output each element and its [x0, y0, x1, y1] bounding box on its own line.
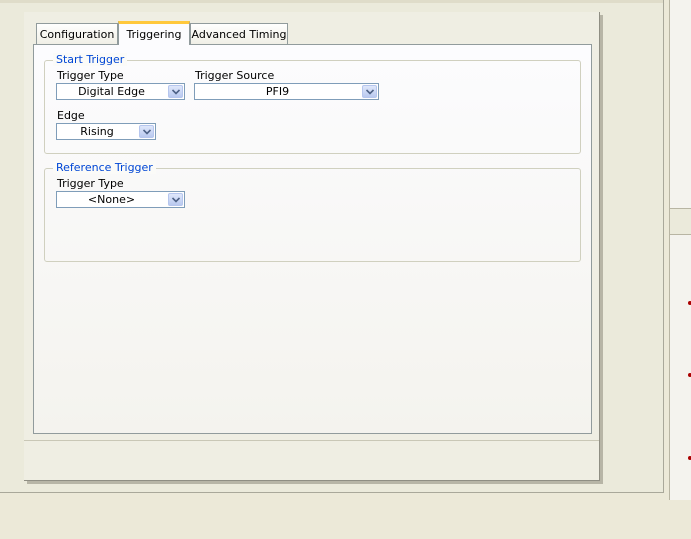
- edge-dropdown[interactable]: Rising: [56, 123, 156, 140]
- dropdown-value: PFI9: [265, 85, 290, 98]
- chevron-down-icon[interactable]: [168, 85, 183, 98]
- start-trigger-legend: Start Trigger: [53, 53, 128, 66]
- start-trigger-source-dropdown[interactable]: PFI9: [194, 83, 379, 100]
- chevron-down-icon[interactable]: [168, 193, 183, 206]
- triggering-tab-page: Start Trigger Trigger Type Digital Edge …: [33, 44, 592, 434]
- reference-trigger-legend: Reference Trigger: [53, 161, 156, 174]
- tab-configuration[interactable]: Configuration: [36, 23, 118, 44]
- bottom-area: [0, 500, 691, 539]
- settings-panel: Configuration Triggering Advanced Timing…: [24, 12, 600, 481]
- tab-label: Triggering: [126, 28, 182, 41]
- dropdown-value: Digital Edge: [78, 85, 145, 98]
- start-trigger-type-label: Trigger Type: [57, 69, 124, 82]
- reference-trigger-type-label: Trigger Type: [57, 177, 124, 190]
- start-trigger-group: Start Trigger Trigger Type Digital Edge …: [44, 53, 581, 154]
- start-trigger-type-dropdown[interactable]: Digital Edge: [56, 83, 185, 100]
- chevron-down-icon[interactable]: [139, 125, 154, 138]
- reference-trigger-type-dropdown[interactable]: <None>: [56, 191, 185, 208]
- top-edge: [0, 0, 663, 3]
- start-trigger-source-label: Trigger Source: [195, 69, 275, 82]
- chevron-down-icon[interactable]: [362, 85, 377, 98]
- dropdown-value: Rising: [80, 125, 114, 138]
- tab-triggering[interactable]: Triggering: [118, 21, 190, 45]
- tab-advanced-timing[interactable]: Advanced Timing: [190, 23, 288, 44]
- tab-label: Advanced Timing: [191, 28, 287, 41]
- tab-label: Configuration: [39, 28, 115, 41]
- edge-label: Edge: [57, 109, 85, 122]
- reference-trigger-group: Reference Trigger Trigger Type <None>: [44, 161, 581, 262]
- side-panel-header: [670, 208, 691, 235]
- help-side-panel: [669, 0, 691, 500]
- panel-divider: [24, 440, 599, 441]
- dropdown-value: <None>: [87, 193, 136, 206]
